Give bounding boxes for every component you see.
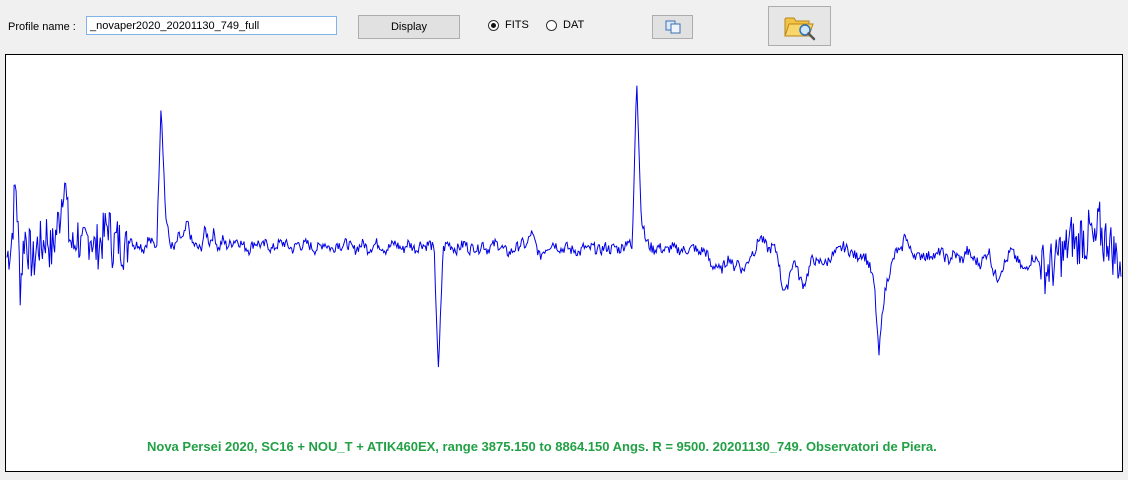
spectrum-plot: Nova Persei 2020, SC16 + NOU_T + ATIK460… — [5, 54, 1123, 472]
fits-radio-dot[interactable] — [488, 19, 499, 31]
dat-radio[interactable]: DAT — [546, 19, 584, 31]
toolbar: Profile name : Display FITS DAT — [0, 0, 1128, 52]
spectrum-line — [6, 85, 1122, 368]
spectrum-chart — [6, 85, 1122, 368]
spectrum-caption: Nova Persei 2020, SC16 + NOU_T + ATIK460… — [147, 439, 937, 454]
folder-search-icon — [783, 17, 815, 41]
dat-radio-dot[interactable] — [546, 19, 557, 31]
fits-radio[interactable]: FITS — [488, 19, 529, 31]
copy-button[interactable] — [652, 15, 693, 39]
display-button[interactable]: Display — [358, 15, 460, 39]
dat-radio-label: DAT — [563, 19, 585, 31]
open-file-button[interactable] — [768, 6, 831, 46]
profile-name-label: Profile name : — [8, 21, 76, 33]
copy-icon — [665, 20, 680, 34]
fits-radio-label: FITS — [505, 19, 529, 31]
profile-name-input[interactable] — [86, 16, 337, 35]
